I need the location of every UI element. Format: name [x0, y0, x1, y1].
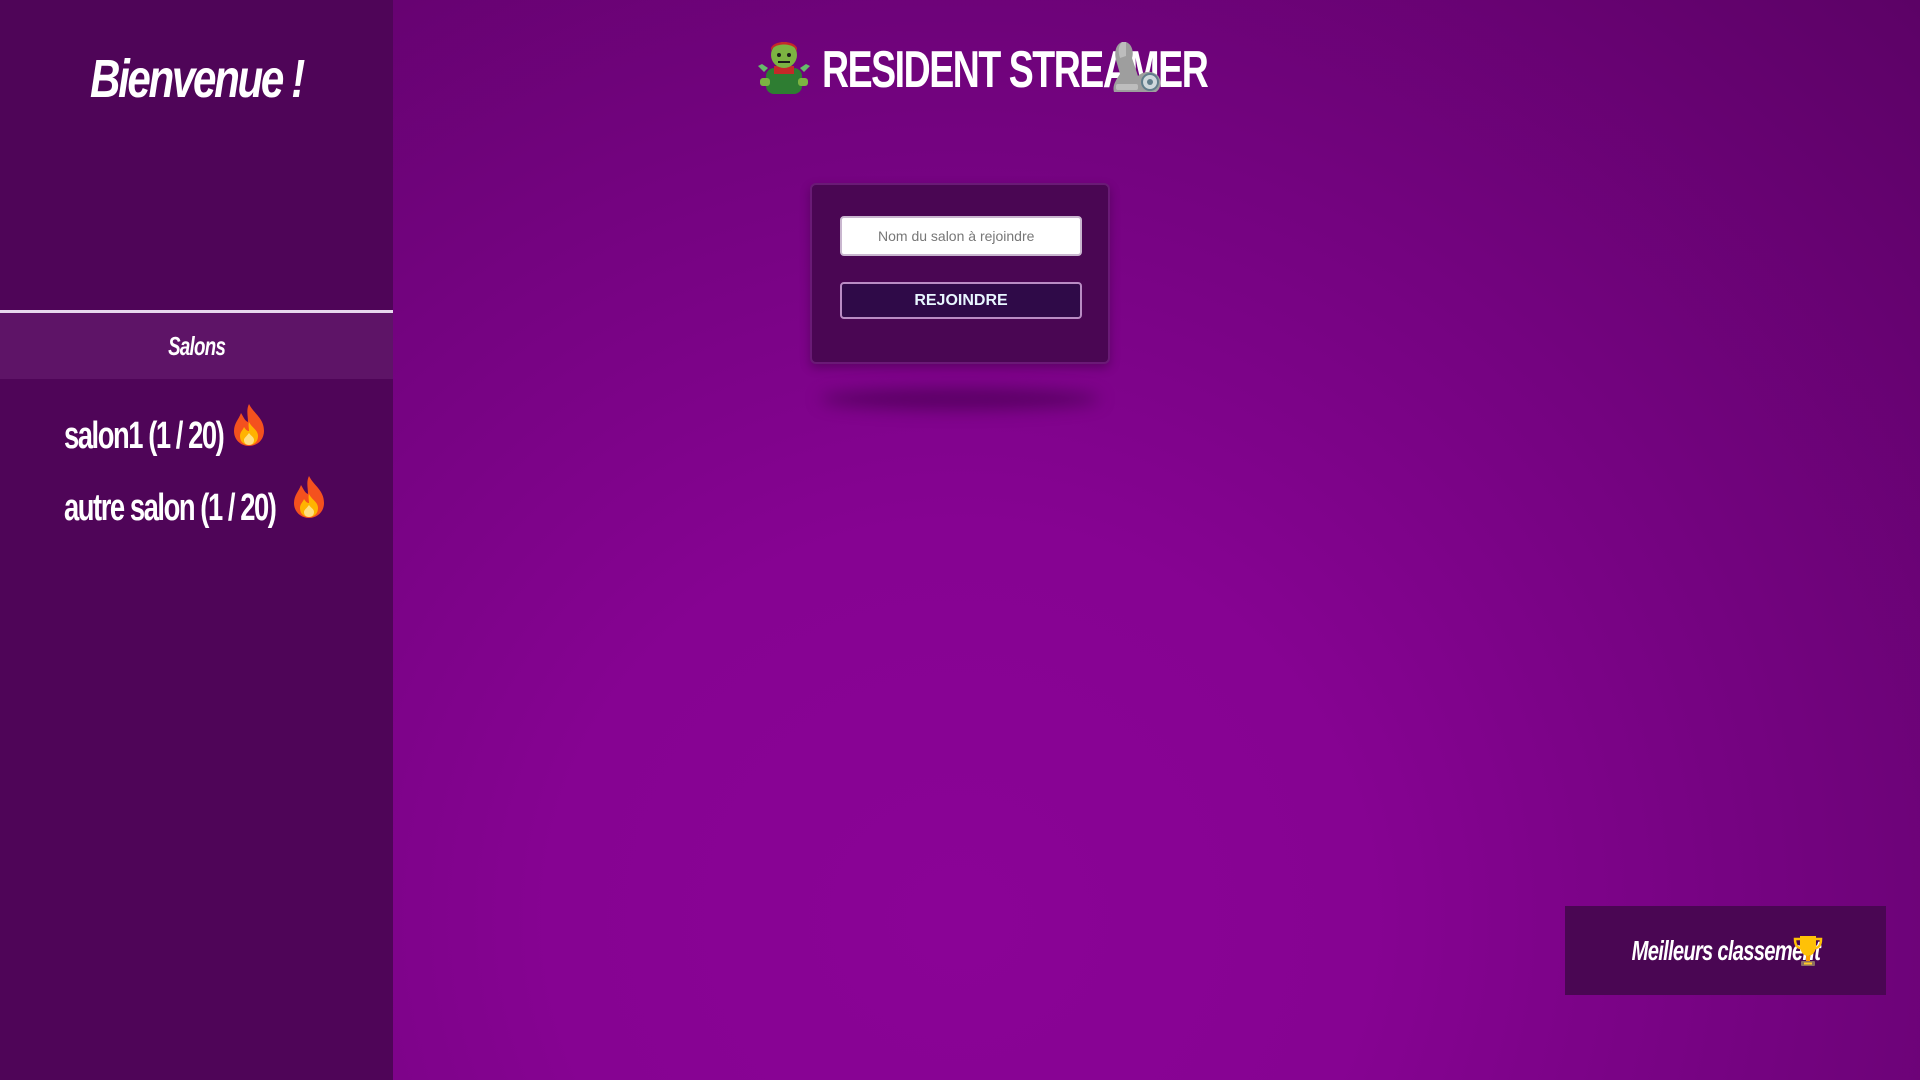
join-room-card: REJOINDRE	[810, 183, 1110, 364]
sidebar: Bienvenue ! Salons salon1 (1 / 20) autre…	[0, 0, 393, 1080]
zombie-icon	[756, 38, 812, 98]
welcome-heading: Bienvenue !	[89, 49, 305, 109]
salons-header: Salons	[0, 313, 393, 379]
fire-icon	[228, 402, 270, 448]
join-button[interactable]: REJOINDRE	[840, 282, 1082, 319]
leaderboard-button[interactable]: Meilleurs classement	[1565, 906, 1886, 995]
fire-icon	[288, 474, 330, 520]
room-name-input[interactable]	[840, 216, 1082, 256]
card-shadow	[820, 388, 1100, 410]
room-label: autre salon (1 / 20)	[64, 486, 277, 529]
room-item-salon1[interactable]: salon1 (1 / 20)	[64, 400, 358, 472]
room-list: salon1 (1 / 20) autre salon (1 / 20)	[64, 400, 358, 544]
leaderboard-label: Meilleurs classement	[1631, 934, 1820, 966]
salons-title: Salons	[167, 330, 226, 361]
room-label: salon1 (1 / 20)	[64, 414, 225, 457]
trophy-icon	[1793, 934, 1823, 968]
mechanical-arm-icon	[1106, 38, 1166, 96]
